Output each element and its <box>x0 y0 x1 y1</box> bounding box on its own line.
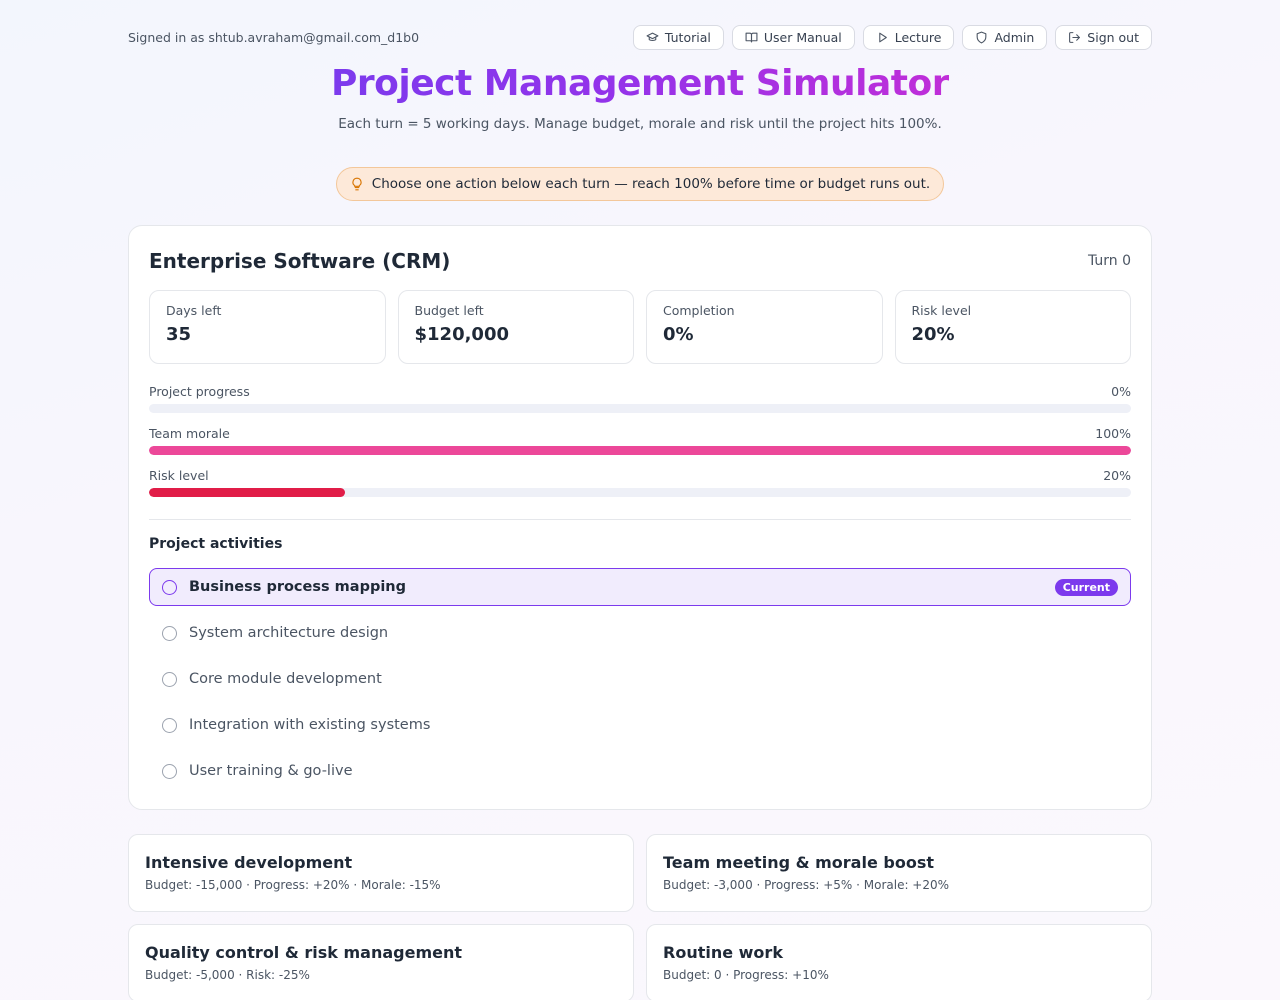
bar-value: 20% <box>1103 468 1131 483</box>
activity-label: Core module development <box>189 671 382 687</box>
user-manual-label: User Manual <box>763 30 842 45</box>
action-desc: Budget: -5,000 · Risk: -25% <box>145 968 310 982</box>
action-desc: Budget: 0 · Progress: +10% <box>663 968 829 982</box>
turn-counter: Turn 0 <box>1087 253 1131 269</box>
action-quality-control[interactable]: Quality control & risk management Budget… <box>128 924 634 1000</box>
radio-icon <box>162 671 177 687</box>
stats-row: Days left 35 Budget left $120,000 Comple… <box>149 290 1131 364</box>
activity-label: Integration with existing systems <box>189 717 431 733</box>
book-icon <box>745 32 758 43</box>
project-name: Enterprise Software (CRM) <box>149 249 451 273</box>
activity-item[interactable]: Integration with existing systems <box>149 706 1131 744</box>
progress-bars: Project progress 0% Team morale 100% Ris… <box>149 384 1131 510</box>
activity-item[interactable]: User training & go-live <box>149 752 1131 790</box>
stat-value: $120,000 <box>414 324 510 345</box>
current-badge: Current <box>1054 578 1118 596</box>
project-header: Enterprise Software (CRM) Turn 0 <box>149 246 1131 276</box>
activity-label: Business process mapping <box>189 579 406 595</box>
activities-title: Project activities <box>149 536 283 552</box>
stat-label: Completion <box>663 303 735 318</box>
bar-fill <box>149 446 1131 455</box>
play-icon <box>879 32 887 43</box>
sign-out-icon <box>1069 32 1081 43</box>
activity-label: User training & go-live <box>189 763 353 779</box>
action-title: Team meeting & morale boost <box>663 853 934 872</box>
admin-button[interactable]: Admin <box>962 25 1048 50</box>
activity-item[interactable]: Business process mapping Current <box>149 568 1131 606</box>
sign-out-button[interactable]: Sign out <box>1055 25 1152 50</box>
lecture-label: Lecture <box>894 30 942 45</box>
stat-label: Risk level <box>911 303 972 318</box>
lightbulb-icon <box>352 177 362 191</box>
lecture-button[interactable]: Lecture <box>862 25 955 50</box>
activity-label: System architecture design <box>189 625 389 641</box>
action-title: Intensive development <box>145 853 353 872</box>
bar-track <box>149 446 1131 455</box>
tip-text: Choose one action below each turn — reac… <box>371 176 931 192</box>
bar-label: Project progress <box>149 384 250 399</box>
bar-value: 0% <box>1111 384 1131 399</box>
action-intensive-development[interactable]: Intensive development Budget: -15,000 · … <box>128 834 634 912</box>
bar-risk-level: Risk level 20% <box>149 468 1131 510</box>
project-card: Enterprise Software (CRM) Turn 0 Days le… <box>128 225 1152 810</box>
bar-track <box>149 404 1131 413</box>
top-bar: Signed in as shtub.avraham@gmail.com_d1b… <box>128 25 1152 50</box>
divider <box>149 519 1131 520</box>
activity-item[interactable]: System architecture design <box>149 614 1131 652</box>
action-team-meeting[interactable]: Team meeting & morale boost Budget: -3,0… <box>646 834 1152 912</box>
sign-out-label: Sign out <box>1087 30 1139 45</box>
stat-risk-level: Risk level 20% <box>894 290 1131 364</box>
activity-item[interactable]: Core module development <box>149 660 1131 698</box>
action-routine-work[interactable]: Routine work Budget: 0 · Progress: +10% <box>646 924 1152 1000</box>
shield-icon <box>977 31 987 44</box>
action-title: Quality control & risk management <box>145 943 463 962</box>
user-manual-button[interactable]: User Manual <box>731 25 855 50</box>
action-grid: Intensive development Budget: -15,000 · … <box>128 834 1152 1000</box>
action-desc: Budget: -3,000 · Progress: +5% · Morale:… <box>663 878 950 892</box>
tutorial-button[interactable]: Tutorial <box>632 25 724 50</box>
tutorial-label: Tutorial <box>664 30 711 45</box>
radio-icon <box>162 717 177 733</box>
radio-icon <box>162 579 177 595</box>
stat-value: 20% <box>911 324 955 345</box>
bar-value: 100% <box>1095 426 1131 441</box>
stat-label: Budget left <box>414 303 484 318</box>
stat-completion: Completion 0% <box>646 290 883 364</box>
admin-label: Admin <box>994 30 1035 45</box>
bar-label: Team morale <box>149 426 230 441</box>
graduation-cap-icon <box>646 32 659 42</box>
radio-icon <box>162 763 177 779</box>
bar-track <box>149 488 1131 497</box>
radio-icon <box>162 625 177 641</box>
stat-label: Days left <box>166 303 222 318</box>
page-title: Project Management Simulator <box>331 63 949 104</box>
page-subtitle: Each turn = 5 working days. Manage budge… <box>338 116 942 132</box>
bar-fill <box>149 488 346 497</box>
bar-team-morale: Team morale 100% <box>149 426 1131 468</box>
bar-project-progress: Project progress 0% <box>149 384 1131 426</box>
stat-budget-left: Budget left $120,000 <box>397 290 634 364</box>
action-title: Routine work <box>663 943 783 962</box>
stat-value: 35 <box>166 324 192 345</box>
stat-days-left: Days left 35 <box>149 290 386 364</box>
activity-list: Business process mapping Current System … <box>149 568 1131 798</box>
stat-value: 0% <box>663 324 694 345</box>
bar-label: Risk level <box>149 468 209 483</box>
signed-in-text: Signed in as shtub.avraham@gmail.com_d1b… <box>128 30 420 45</box>
top-nav: Tutorial User Manual Lecture Admin Sign … <box>632 25 1152 50</box>
action-desc: Budget: -15,000 · Progress: +20% · Moral… <box>145 878 441 892</box>
tip-banner: Choose one action below each turn — reac… <box>336 167 944 201</box>
